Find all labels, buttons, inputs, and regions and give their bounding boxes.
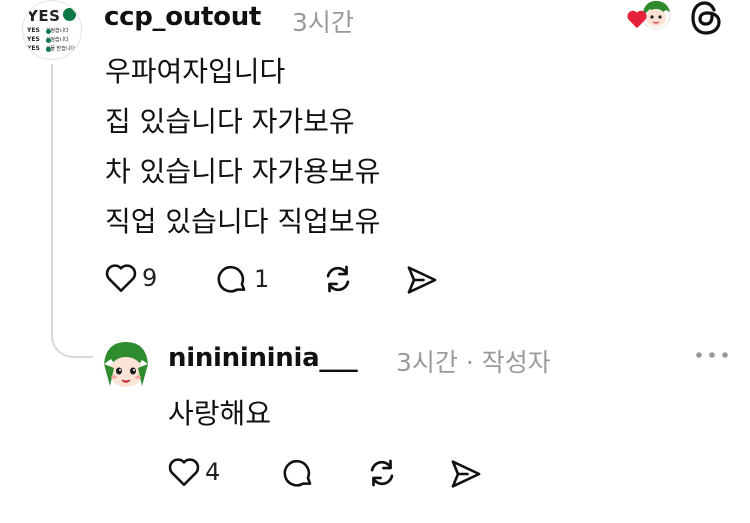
post-username[interactable]: ccp_outout <box>104 2 261 32</box>
comment-icon[interactable] <box>280 456 316 490</box>
separator: · <box>465 348 474 377</box>
reply-text: 사랑해요 <box>168 397 272 430</box>
post-line: 직업 있습니다 직업보유 <box>105 205 381 238</box>
liked-badge <box>624 0 672 34</box>
like-count: 9 <box>142 264 158 292</box>
heart-icon <box>105 264 137 293</box>
share-icon[interactable] <box>404 264 440 296</box>
reply-button[interactable]: 1 <box>214 262 269 296</box>
heart-icon <box>627 10 647 29</box>
like-button[interactable]: 4 <box>167 456 220 488</box>
repost-icon[interactable] <box>320 262 356 296</box>
dot-icon <box>46 47 51 52</box>
dot-icon <box>46 29 51 34</box>
like-count: 4 <box>205 458 221 486</box>
reply-avatar[interactable] <box>100 340 152 392</box>
comment-icon <box>217 265 246 293</box>
post-timestamp: 3시간 <box>292 8 354 37</box>
like-button[interactable]: 9 <box>104 262 157 294</box>
avatar-title: YES <box>27 7 61 25</box>
thread-connector <box>51 320 93 358</box>
reply-count: 1 <box>254 265 270 293</box>
more-icon[interactable] <box>694 350 730 360</box>
author-tag: 작성자 <box>481 348 551 377</box>
heart-icon <box>168 458 200 487</box>
reply-username[interactable]: nininininia___ <box>168 343 358 373</box>
avatar-row-label: YES <box>27 45 40 52</box>
avatar-row-label: YES <box>27 36 40 43</box>
avatar[interactable]: YES YES 가정습니다 YES 사정습니다 YES 선물 받습니다 <box>22 0 82 60</box>
thread-line <box>51 64 53 341</box>
repost-icon[interactable] <box>364 456 400 490</box>
post-line: 집 있습니다 자가보유 <box>105 105 355 138</box>
dot-icon <box>46 38 51 43</box>
character-avatar-icon <box>100 340 152 392</box>
starbucks-logo-icon <box>63 8 76 21</box>
share-icon[interactable] <box>448 458 484 490</box>
reply-timestamp: 3시간 <box>396 348 458 377</box>
post-line: 차 있습니다 자가용보유 <box>105 155 381 188</box>
avatar-row-label: YES <box>27 27 40 34</box>
threads-logo-icon[interactable] <box>688 0 724 36</box>
post-line: 우파여자입니다 <box>105 55 286 88</box>
